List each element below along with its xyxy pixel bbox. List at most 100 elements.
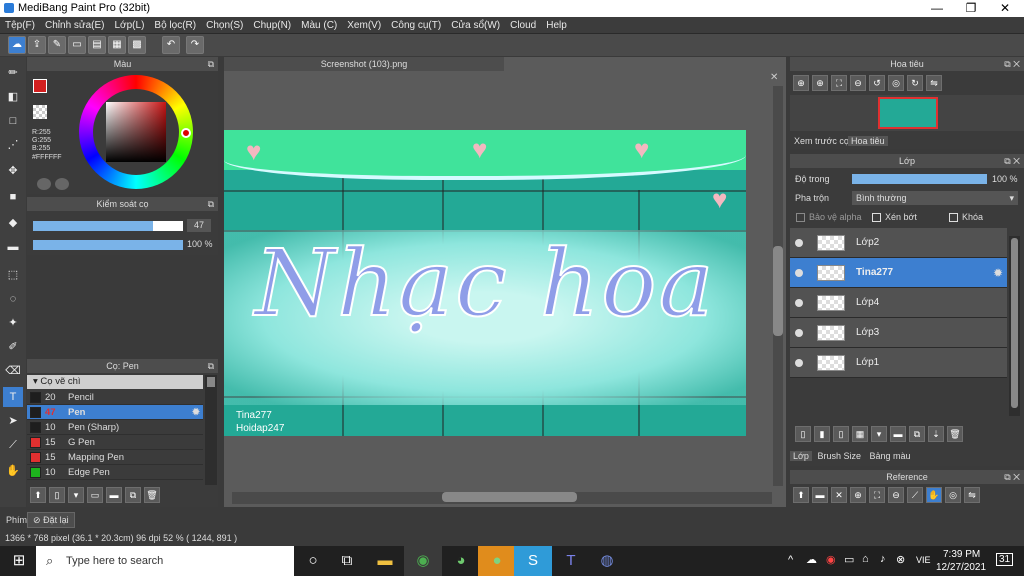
weather-icon[interactable]: ☁ (806, 553, 817, 566)
tab-navigator[interactable]: Hoa tiêu (848, 136, 888, 146)
popout-icon[interactable]: ⧉ (208, 197, 214, 211)
file-explorer-icon[interactable]: ▬ (366, 546, 404, 576)
new-brush-icon[interactable]: ▯ (49, 487, 65, 503)
select-pen-icon[interactable]: ✐ (3, 337, 23, 357)
trash-icon[interactable]: 🗑 (947, 426, 963, 442)
text-tool-icon[interactable]: T (3, 387, 23, 407)
rect-tool-icon[interactable]: □ (3, 111, 23, 131)
palette-icon[interactable] (37, 178, 51, 190)
brush-item[interactable]: 20 Pencil (27, 390, 203, 405)
fit-icon[interactable]: ⛶ (831, 75, 847, 91)
new-layer-8bit-icon[interactable]: ▮ (814, 426, 830, 442)
chat-icon[interactable]: ✎ (48, 36, 66, 54)
clip-checkbox[interactable] (872, 213, 881, 222)
popout-icon[interactable]: ⧉ (208, 57, 214, 71)
vertical-scrollbar[interactable] (773, 86, 783, 486)
navigator-preview[interactable] (790, 95, 1024, 131)
popout-icon[interactable]: ⧉ ✕ (1004, 57, 1020, 71)
artwork-canvas[interactable]: ♥ ♥ ♥ ♥ Nhạc hoa Tina277 Hoidap247 (224, 130, 746, 436)
open-folder-icon[interactable]: ▬ (812, 487, 828, 503)
zoom-out-icon[interactable]: ⊖ (850, 75, 866, 91)
flip-icon[interactable]: ⇋ (964, 487, 980, 503)
menu-snap[interactable]: Chụp(N) (248, 17, 296, 34)
menu-color[interactable]: Màu (C) (296, 17, 342, 34)
size-slider[interactable] (33, 221, 183, 231)
select-rect-icon[interactable]: ⬚ (3, 265, 23, 285)
opacity-slider[interactable] (33, 240, 183, 250)
tab-palette[interactable]: Bảng màu (866, 451, 913, 461)
grid-icon[interactable]: ▦ (108, 36, 126, 54)
duplicate-icon[interactable]: ⧉ (125, 487, 141, 503)
upload-icon[interactable]: ⬆ (793, 487, 809, 503)
tiles-icon[interactable]: ▩ (128, 36, 146, 54)
teams-icon[interactable]: T (552, 546, 590, 576)
layer-row[interactable]: Lớp2 (790, 228, 1007, 258)
layer-row[interactable]: Lớp3 (790, 318, 1007, 348)
new-layer-1bit-icon[interactable]: ▯ (833, 426, 849, 442)
folder-icon[interactable]: ▬ (890, 426, 906, 442)
tab-brush-size[interactable]: Brush Size (814, 451, 864, 461)
upload-icon[interactable]: ⇪ (28, 36, 46, 54)
flip-icon[interactable]: ⇋ (926, 75, 942, 91)
gear-icon[interactable]: ✹ (192, 405, 200, 420)
app-icon[interactable]: ◕ (442, 546, 480, 576)
eyedropper-icon[interactable]: ⟋ (3, 435, 23, 455)
brush-item[interactable]: 10 Edge Pen (27, 465, 203, 480)
menu-view[interactable]: Xem(V) (342, 17, 386, 34)
notification-icon[interactable]: 31 (996, 553, 1014, 566)
bucket-tool-icon[interactable]: ◆ (3, 213, 23, 233)
magic-wand-icon[interactable]: ✦ (3, 313, 23, 333)
trash-icon[interactable]: 🗑 (144, 487, 160, 503)
close-icon[interactable]: ✕ (831, 487, 847, 503)
zoom-in-icon[interactable]: ⊕ (793, 75, 809, 91)
zoom-in-icon[interactable]: ⊕ (812, 75, 828, 91)
restore-button[interactable]: ❐ (954, 0, 988, 17)
eyedropper-icon[interactable]: ⟋ (907, 487, 923, 503)
layer-row[interactable]: Lớp1 (790, 348, 1007, 378)
menu-filter[interactable]: Bộ lọc(R) (149, 17, 201, 34)
eraser-tool-icon[interactable]: ◧ (3, 87, 23, 107)
zoom-out-icon[interactable]: ⊖ (888, 487, 904, 503)
brush-item[interactable]: 47 Pen ✹ (27, 405, 203, 420)
mute-icon[interactable]: ⊗ (896, 553, 905, 566)
network-icon[interactable]: ⌂ (862, 553, 869, 565)
visibility-icon[interactable] (795, 359, 803, 367)
tab-brush-preview[interactable]: Xem trước cọ (794, 136, 849, 146)
menu-edit[interactable]: Chỉnh sửa(E) (40, 17, 110, 34)
undo-icon[interactable]: ↶ (162, 36, 180, 54)
menu-select[interactable]: Chọn(S) (201, 17, 248, 34)
tray-chevron-icon[interactable]: ^ (788, 554, 793, 566)
visibility-icon[interactable] (795, 269, 803, 277)
move-tool-icon[interactable]: ✥ (3, 161, 23, 181)
language-indicator[interactable]: VIE (916, 555, 931, 565)
brush-item[interactable]: 15 G Pen (27, 435, 203, 450)
brush-item[interactable]: 10 Pen (Sharp) (27, 420, 203, 435)
brush-item[interactable]: 15 Mapping Pen (27, 450, 203, 465)
halftone-layer-icon[interactable]: ▦ (852, 426, 868, 442)
cortana-icon[interactable]: ○ (294, 546, 332, 576)
brush-tool-icon[interactable]: ✏ (3, 63, 23, 83)
zoom-in-icon[interactable]: ⊕ (850, 487, 866, 503)
brush-copy-icon[interactable]: ▭ (87, 487, 103, 503)
skype-icon[interactable]: S (514, 546, 552, 576)
page-icon[interactable]: ▤ (88, 36, 106, 54)
view-rect[interactable] (878, 97, 938, 129)
brush-menu-icon[interactable]: ▾ (68, 487, 84, 503)
volume-icon[interactable]: ♪ (880, 553, 886, 565)
select-eraser-icon[interactable]: ⌫ (3, 361, 23, 381)
popout-icon[interactable]: ⧉ ✕ (1004, 470, 1020, 484)
menu-window[interactable]: Cửa sổ(W) (446, 17, 505, 34)
tab-layer[interactable]: Lớp (790, 451, 812, 461)
layer-row[interactable]: Tina277 ✹ (790, 258, 1007, 288)
reset-button[interactable]: ⊘ Đặt lại (27, 512, 75, 528)
task-view-icon[interactable]: ⧉ (328, 546, 366, 576)
chrome-icon[interactable]: ◉ (404, 546, 442, 576)
redo-icon[interactable]: ↷ (186, 36, 204, 54)
visibility-icon[interactable] (795, 299, 803, 307)
medibang-icon[interactable]: ● (478, 546, 516, 576)
minimize-button[interactable]: — (920, 0, 954, 17)
fill-rect-tool-icon[interactable]: ■ (3, 187, 23, 207)
tab-close-icon[interactable]: ✕ (770, 72, 778, 83)
lasso-icon[interactable]: ◌ (3, 289, 23, 309)
hand-tool-icon[interactable]: ✋ (3, 461, 23, 481)
